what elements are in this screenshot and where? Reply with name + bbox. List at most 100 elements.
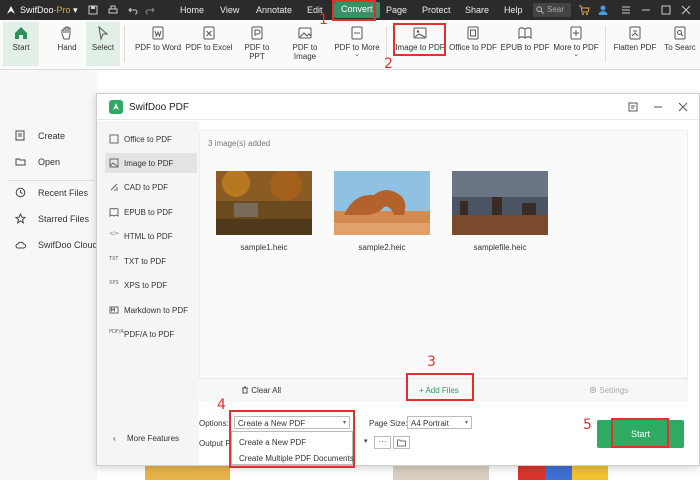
convert-option-office-to-pdf[interactable]: Office to PDF [105, 129, 197, 149]
pdf-to-word-icon [152, 26, 164, 40]
output-select-caret[interactable]: ▾ [364, 437, 368, 445]
start-tool-button[interactable]: Start [3, 22, 39, 66]
convert-option-pdfa-to-pdf[interactable]: PDF/A PDF/A to PDF [105, 324, 197, 344]
dialog-title: SwifDoo PDF [129, 102, 190, 113]
minimize-icon[interactable] [640, 4, 652, 16]
page-size-label: Page Size: [369, 419, 408, 428]
print-icon[interactable] [108, 5, 118, 15]
app-name[interactable]: SwifDoo·Pro ▾ [20, 5, 78, 16]
pdf-to-word-button[interactable]: PDF to Word [134, 22, 182, 66]
hand-icon [61, 26, 71, 40]
annotation-box-convert [332, 0, 376, 21]
pdf-to-more-icon [351, 26, 363, 40]
menu-share[interactable]: Share [465, 5, 489, 15]
convert-option-cad-to-pdf[interactable]: CAD to PDF [105, 177, 197, 197]
select-tool-button[interactable]: Select [86, 22, 120, 66]
pdf-to-excel-icon [203, 26, 215, 40]
folder-icon [397, 439, 406, 447]
convert-option-html-to-pdf[interactable]: </> HTML to PDF [105, 226, 197, 246]
image-icon [109, 158, 119, 168]
swifdoo-logo-icon [109, 100, 123, 114]
html-icon: </> [109, 231, 120, 237]
convert-option-image-to-pdf[interactable]: Image to PDF [105, 153, 197, 173]
more-to-pdf-button[interactable]: More to PDF ⌄ [552, 22, 600, 66]
annotation-number: 4 [217, 397, 226, 413]
annotation-number: 1 [319, 12, 328, 28]
maximize-icon[interactable] [660, 4, 672, 16]
close-icon[interactable] [677, 101, 689, 113]
image-item[interactable]: sample1.heic [216, 171, 312, 252]
annotation-box-options [229, 410, 355, 468]
image-caption: sample1.heic [240, 243, 288, 252]
menu-protect[interactable]: Protect [422, 5, 451, 15]
cad-icon [110, 183, 118, 191]
folder-icon [15, 158, 26, 166]
office-to-pdf-icon [467, 26, 479, 40]
epub-to-pdf-button[interactable]: EPUB to PDF [500, 22, 550, 66]
redo-icon[interactable] [145, 5, 155, 15]
menu-help[interactable]: Help [504, 5, 523, 15]
pdf-to-excel-button[interactable]: PDF to Excel [185, 22, 233, 66]
image-count-text: 3 image(s) added [208, 139, 271, 148]
annotation-number: 2 [384, 56, 393, 72]
ribbon-divider [124, 26, 125, 62]
undo-icon[interactable] [128, 5, 138, 15]
cloud-icon [15, 241, 26, 249]
menu-icon[interactable] [620, 4, 632, 16]
menu-view[interactable]: View [220, 5, 239, 15]
pdf-to-more-button[interactable]: PDF to More ⌄ [333, 22, 381, 66]
pin-icon[interactable] [627, 101, 639, 113]
clear-all-button[interactable]: Clear All [241, 386, 281, 395]
minimize-icon[interactable] [652, 101, 664, 113]
convert-option-txt-to-pdf[interactable]: TXT TXT to PDF [105, 251, 197, 271]
sidebar-divider [8, 180, 94, 181]
pdf-to-ppt-button[interactable]: PDF to PPT [236, 22, 278, 66]
settings-button[interactable]: Settings [589, 386, 628, 395]
image-thumbnail [452, 171, 548, 235]
pdfa-icon: PDF/A [109, 329, 124, 335]
menu-home[interactable]: Home [180, 5, 204, 15]
clock-icon [15, 187, 26, 198]
searchable-pdf-icon [674, 26, 686, 40]
cart-icon[interactable] [578, 4, 590, 16]
hand-tool-button[interactable]: Hand [52, 22, 82, 66]
dialog-header: SwifDoo PDF [97, 94, 699, 120]
close-icon[interactable] [680, 4, 692, 16]
file-drop-area[interactable]: 3 image(s) added sample1.heic sample2.he… [199, 130, 688, 402]
user-icon[interactable] [597, 4, 609, 16]
app-logo-icon [7, 6, 15, 14]
image-item[interactable]: sample2.heic [334, 171, 430, 252]
settings-icon [590, 387, 596, 393]
image-thumbnail [334, 171, 430, 235]
flatten-pdf-icon [629, 26, 641, 40]
pdf-to-image-button[interactable]: PDF to Image [281, 22, 329, 66]
options-label: Options: [199, 419, 229, 428]
ribbon-divider [605, 26, 606, 62]
search-input[interactable]: Sear [533, 3, 571, 17]
annotation-box-image-to-pdf [393, 23, 446, 56]
office-to-pdf-button[interactable]: Office to PDF [449, 22, 497, 66]
convert-option-epub-to-pdf[interactable]: EPUB to PDF [105, 202, 197, 222]
browse-button[interactable]: ··· [374, 436, 391, 449]
image-item[interactable]: samplefile.heic [452, 171, 548, 252]
flatten-pdf-button[interactable]: Flatten PDF [612, 22, 658, 66]
create-icon [15, 130, 25, 141]
chevron-left-icon: ‹ [113, 434, 116, 443]
markdown-icon [109, 306, 119, 314]
epub-icon [109, 208, 119, 217]
menu-page[interactable]: Page [386, 5, 407, 15]
to-searchable-pdf-button[interactable]: To Searc [660, 22, 700, 66]
annotation-number: 3 [427, 354, 436, 370]
page-size-select[interactable]: A4 Portrait ▾ [407, 416, 472, 429]
txt-icon: TXT [109, 256, 119, 262]
trash-icon [242, 386, 248, 394]
annotation-box-add-files [406, 373, 474, 401]
open-folder-button[interactable] [393, 436, 410, 449]
save-icon[interactable] [88, 5, 98, 15]
convert-option-xps-to-pdf[interactable]: XPS XPS to PDF [105, 275, 197, 295]
cursor-icon [98, 25, 109, 41]
image-thumbnail [216, 171, 312, 235]
more-to-pdf-icon [570, 26, 582, 40]
menu-annotate[interactable]: Annotate [256, 5, 292, 15]
convert-option-markdown-to-pdf[interactable]: Markdown to PDF [105, 300, 197, 320]
